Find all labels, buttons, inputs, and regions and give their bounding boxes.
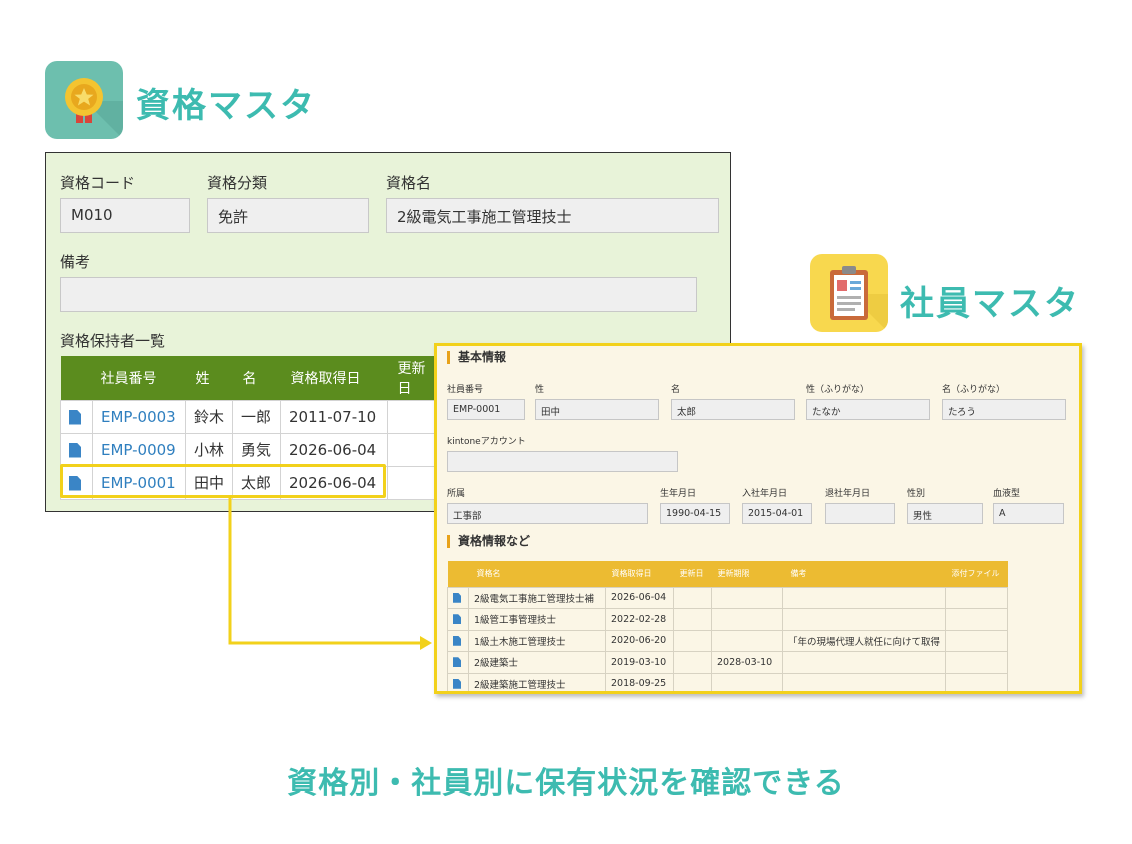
qual-updated-cell bbox=[673, 608, 712, 631]
last-kana-label: 性（ふりがな） bbox=[806, 385, 870, 395]
qual-file-cell bbox=[945, 672, 1009, 691]
last-name-field[interactable]: 田中 bbox=[535, 399, 659, 420]
qual-deadline-cell bbox=[711, 629, 783, 652]
leave-date-label: 退社年月日 bbox=[825, 489, 871, 499]
dept-field[interactable]: 工事部 bbox=[447, 503, 648, 524]
record-link-icon[interactable] bbox=[447, 672, 469, 691]
document-icon bbox=[453, 678, 461, 689]
emp-record-panel: 基本情報 社員番号 EMP-0001 性 田中 名 太郎 性（ふりがな） たなか… bbox=[434, 343, 1082, 694]
leave-date-field[interactable] bbox=[825, 503, 895, 524]
qual-header-deadline: 更新期限 bbox=[711, 561, 783, 587]
table-row[interactable]: 2級電気工事施工管理技士補 2026-06-04 bbox=[447, 586, 1009, 609]
qual-date-cell: 2018-09-25 bbox=[605, 672, 674, 691]
document-icon bbox=[453, 657, 461, 668]
qual-info-section-title: 資格情報など bbox=[447, 535, 530, 548]
last-kana-field[interactable]: たなか bbox=[806, 399, 930, 420]
first-kana-field[interactable]: たろう bbox=[942, 399, 1066, 420]
qual-note-cell: 「年の現場代理人就任に向けて取得 bbox=[781, 629, 947, 652]
qual-header-name: 資格名 bbox=[468, 561, 606, 587]
gender-field[interactable]: 男性 bbox=[907, 503, 983, 524]
record-link-icon[interactable] bbox=[447, 586, 469, 609]
qual-file-cell bbox=[945, 608, 1009, 631]
qual-name-cell: 1級土木施工管理技士 bbox=[468, 629, 606, 652]
qual-date-cell: 2019-03-10 bbox=[605, 651, 674, 674]
kintone-account-label: kintoneアカウント bbox=[447, 437, 526, 447]
qual-deadline-cell bbox=[711, 586, 783, 609]
qual-updated-cell bbox=[673, 586, 712, 609]
qual-file-cell bbox=[945, 629, 1009, 652]
qual-header-file: 添付ファイル bbox=[945, 561, 1008, 587]
emp-no-label: 社員番号 bbox=[447, 385, 484, 395]
qual-date-cell: 2022-02-28 bbox=[605, 608, 674, 631]
qual-updated-cell bbox=[673, 651, 712, 674]
table-row[interactable]: 1級土木施工管理技士 2020-06-20 「年の現場代理人就任に向けて取得 bbox=[447, 629, 1009, 652]
qual-note-cell bbox=[781, 586, 947, 609]
birth-date-field[interactable]: 1990-04-15 bbox=[660, 503, 730, 524]
qual-name-cell: 2級建築士 bbox=[468, 651, 606, 674]
qual-updated-cell bbox=[673, 629, 712, 652]
qual-note-cell bbox=[781, 672, 947, 691]
record-link-icon[interactable] bbox=[447, 629, 469, 652]
qual-header-date: 資格取得日 bbox=[605, 561, 674, 587]
qual-name-cell: 2級電気工事施工管理技士補 bbox=[468, 586, 606, 609]
record-link-icon[interactable] bbox=[447, 608, 469, 631]
qual-name-cell: 1級管工事管理技士 bbox=[468, 608, 606, 631]
qual-file-cell bbox=[945, 651, 1009, 674]
qual-deadline-cell bbox=[711, 608, 783, 631]
qual-file-cell bbox=[945, 586, 1009, 609]
emp-no-field[interactable]: EMP-0001 bbox=[447, 399, 525, 420]
qual-name-cell: 2級建築施工管理技士 bbox=[468, 672, 606, 691]
qual-note-cell bbox=[781, 608, 947, 631]
qual-header-updated: 更新日 bbox=[673, 561, 712, 587]
basic-info-section-title: 基本情報 bbox=[447, 351, 506, 364]
join-date-label: 入社年月日 bbox=[742, 489, 788, 499]
qual-updated-cell bbox=[673, 672, 712, 691]
kintone-account-field[interactable] bbox=[447, 451, 678, 472]
join-date-field[interactable]: 2015-04-01 bbox=[742, 503, 812, 524]
table-row[interactable]: 2級建築士 2019-03-10 2028-03-10 bbox=[447, 651, 1009, 674]
last-name-label: 性 bbox=[535, 385, 545, 395]
first-kana-label: 名（ふりがな） bbox=[942, 385, 1006, 395]
qual-info-table: 資格名 資格取得日 更新日 更新期限 備考 添付ファイル 2級電気工事施工管理技… bbox=[447, 561, 1009, 691]
first-name-label: 名 bbox=[671, 385, 681, 395]
qual-deadline-cell: 2028-03-10 bbox=[711, 651, 783, 674]
gender-label: 性別 bbox=[907, 489, 926, 499]
document-icon bbox=[453, 614, 461, 625]
qual-date-cell: 2020-06-20 bbox=[605, 629, 674, 652]
record-link-icon[interactable] bbox=[447, 651, 469, 674]
table-row[interactable]: 2級建築施工管理技士 2018-09-25 bbox=[447, 672, 1009, 691]
qual-deadline-cell bbox=[711, 672, 783, 691]
qual-header-row: 資格名 資格取得日 更新日 更新期限 備考 添付ファイル bbox=[447, 561, 1008, 587]
table-row[interactable]: 1級管工事管理技士 2022-02-28 bbox=[447, 608, 1009, 631]
document-icon bbox=[453, 592, 461, 603]
first-name-field[interactable]: 太郎 bbox=[671, 399, 795, 420]
qual-note-cell bbox=[781, 651, 947, 674]
qual-header-note: 備考 bbox=[782, 561, 946, 587]
qual-header-icon bbox=[447, 561, 469, 587]
caption-text: 資格別・社員別に保有状況を確認できる bbox=[287, 766, 845, 801]
qual-date-cell: 2026-06-04 bbox=[605, 586, 674, 609]
birth-date-label: 生年月日 bbox=[660, 489, 697, 499]
document-icon bbox=[453, 635, 461, 646]
blood-type-label: 血液型 bbox=[993, 489, 1021, 499]
blood-type-field[interactable]: A bbox=[993, 503, 1064, 524]
dept-label: 所属 bbox=[447, 489, 466, 499]
